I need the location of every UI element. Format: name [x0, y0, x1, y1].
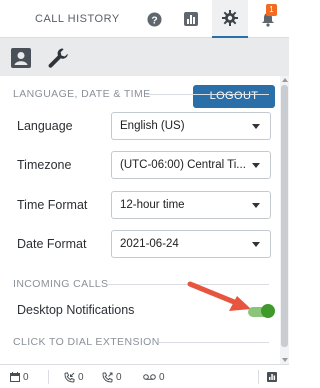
contacts-button[interactable]: [10, 47, 32, 69]
chevron-down-icon: [252, 242, 260, 247]
stats-button[interactable]: [173, 0, 209, 38]
date-format-value: 2021-06-24: [120, 238, 179, 250]
tools-button[interactable]: [47, 47, 69, 69]
date-format-label: Date Format: [17, 237, 87, 251]
contact-card-icon: [11, 48, 31, 68]
timezone-value: (UTC-06:00) Central Ti...: [120, 159, 246, 171]
status-item-calendar[interactable]: 0: [10, 365, 29, 388]
scroll-up-icon[interactable]: [282, 78, 288, 82]
svg-text:?: ?: [151, 15, 157, 26]
calendar-icon: [10, 372, 20, 382]
scroll-down-icon[interactable]: [282, 358, 288, 362]
date-format-select[interactable]: 2021-06-24: [111, 230, 271, 258]
chevron-down-icon: [252, 203, 260, 208]
status-item-outgoing-calls[interactable]: 0: [102, 365, 122, 388]
chevron-down-icon: [252, 163, 260, 168]
timezone-label: Timezone: [17, 158, 72, 172]
notifications-button[interactable]: 1: [250, 0, 286, 38]
time-format-label: Time Format: [17, 198, 88, 212]
language-label: Language: [17, 119, 73, 133]
help-button[interactable]: ?: [136, 0, 172, 38]
calendar-count: 0: [23, 371, 29, 383]
time-format-select[interactable]: 12-hour time: [111, 191, 271, 219]
sub-toolbar: LOGOUT: [0, 38, 289, 108]
notification-badge: 1: [266, 4, 277, 16]
incoming-call-icon: [64, 372, 75, 383]
desktop-notifications-toggle[interactable]: [248, 304, 275, 318]
section-title-click-to-dial: CLICK TO DIAL EXTENSION: [13, 336, 160, 348]
status-item-voicemail[interactable]: 0: [143, 365, 165, 388]
voicemail-count: 0: [159, 371, 165, 383]
settings-tab[interactable]: [212, 0, 248, 38]
outgoing-calls-count: 0: [116, 371, 122, 383]
top-bar: CALL HISTORY ? 1: [0, 0, 289, 38]
language-value: English (US): [120, 120, 185, 132]
stats-icon: [184, 12, 198, 26]
stats-icon: [267, 372, 277, 382]
section-title-language-date-time: LANGUAGE, DATE & TIME: [13, 88, 151, 100]
language-select[interactable]: English (US): [111, 112, 271, 140]
wrench-icon: [48, 48, 68, 68]
status-divider: [48, 370, 49, 384]
status-stats-button[interactable]: [267, 365, 277, 388]
annotation-arrow: [187, 281, 251, 311]
help-icon: ?: [146, 11, 162, 27]
status-divider: [258, 370, 259, 384]
section-divider: [159, 342, 269, 343]
settings-panel: LANGUAGE, DATE & TIME Language English (…: [0, 76, 279, 364]
timezone-select[interactable]: (UTC-06:00) Central Ti...: [111, 151, 271, 179]
voicemail-icon: [143, 374, 156, 380]
section-divider: [146, 94, 269, 95]
status-item-incoming-calls[interactable]: 0: [64, 365, 84, 388]
time-format-value: 12-hour time: [120, 199, 185, 211]
incoming-calls-count: 0: [78, 371, 84, 383]
toggle-knob: [261, 304, 275, 318]
scrollbar-thumb[interactable]: [281, 85, 288, 347]
section-title-incoming-calls: INCOMING CALLS: [13, 278, 109, 290]
settings-icon: [222, 10, 238, 26]
page-title: CALL HISTORY: [35, 13, 120, 25]
chevron-down-icon: [252, 124, 260, 129]
status-bar: 0 0 0 0: [0, 364, 289, 388]
scrollbar[interactable]: [280, 76, 289, 364]
outgoing-call-icon: [102, 372, 113, 383]
desktop-notifications-label: Desktop Notifications: [17, 303, 135, 317]
